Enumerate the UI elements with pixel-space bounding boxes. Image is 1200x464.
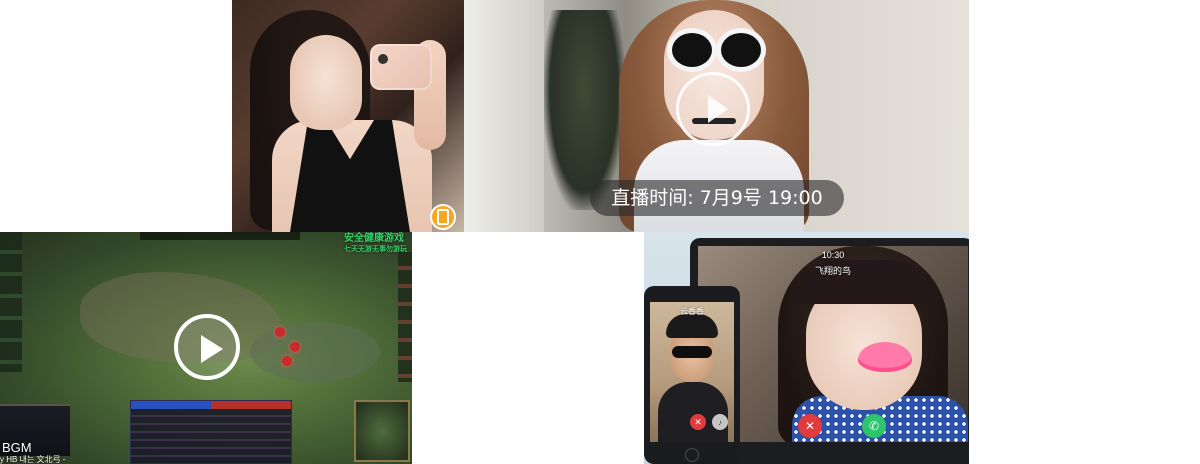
- hangup-icon[interactable]: ✕: [690, 414, 706, 430]
- health-notice: 安全健康游戏 七天无游无事勿游玩: [344, 233, 407, 255]
- enemy-portraits-hud: [398, 252, 412, 382]
- door-background: [464, 0, 544, 232]
- cap-shape: [666, 314, 718, 338]
- phone-device: 云香香 ✕ ♪: [644, 286, 740, 464]
- champion-marker: [282, 356, 292, 366]
- sunglasses-shape: [672, 346, 712, 358]
- phone-in-mirror: [370, 44, 432, 90]
- health-notice-line: 七天无游无事勿游玩: [344, 245, 407, 253]
- kiss-lips-sticker: [858, 342, 912, 372]
- phone-contact-name: 云香香: [680, 307, 704, 316]
- content-grid: 直播时间: 7月9号 19:00 安全健康游戏 七天无游无事勿游玩 BGM y …: [0, 0, 1200, 464]
- home-button-icon[interactable]: [685, 448, 699, 462]
- player-name-line: y HB 내는 文北弓 -: [0, 455, 66, 464]
- top-score-bar: [140, 232, 300, 240]
- minimap: [354, 400, 410, 462]
- game-stream-thumbnail[interactable]: 安全健康游戏 七天无游无事勿游玩 BGM y HB 내는 文北弓 -: [0, 232, 412, 464]
- tshirt-shape: [658, 382, 728, 442]
- champion-marker: [290, 342, 300, 352]
- bgm-label: BGM: [2, 440, 32, 455]
- terrain-shape: [250, 322, 380, 382]
- broadcast-time-label: 直播时间: 7月9号 19:00: [590, 180, 844, 216]
- phone-screen: 云香香 ✕ ♪: [650, 302, 734, 442]
- hangup-icon[interactable]: ✕: [798, 414, 822, 438]
- answer-icon[interactable]: ✆: [862, 414, 886, 438]
- call-time: 10:30: [821, 250, 845, 260]
- caller-name: 飞翔的鸟: [814, 267, 851, 277]
- speaker-icon[interactable]: ♪: [712, 414, 728, 430]
- video-call-thumbnail[interactable]: 10:30 飞翔的鸟 ✕ ✆ 云香香 ✕ ♪: [644, 232, 969, 464]
- selfie-thumbnail[interactable]: [232, 0, 464, 232]
- team-portraits-hud: [0, 232, 22, 372]
- live-broadcast-thumbnail[interactable]: 直播时间: 7月9号 19:00: [464, 0, 969, 232]
- sunglasses-left-lens: [667, 28, 717, 72]
- sunglasses-right-lens: [716, 28, 766, 72]
- health-notice-line: 安全健康游戏: [344, 233, 404, 244]
- play-icon[interactable]: [676, 72, 750, 146]
- face-shape: [290, 35, 362, 130]
- champion-marker: [275, 327, 285, 337]
- play-icon[interactable]: [174, 314, 240, 380]
- app-badge-icon[interactable]: [430, 204, 456, 230]
- scoreboard-panel: [130, 400, 292, 464]
